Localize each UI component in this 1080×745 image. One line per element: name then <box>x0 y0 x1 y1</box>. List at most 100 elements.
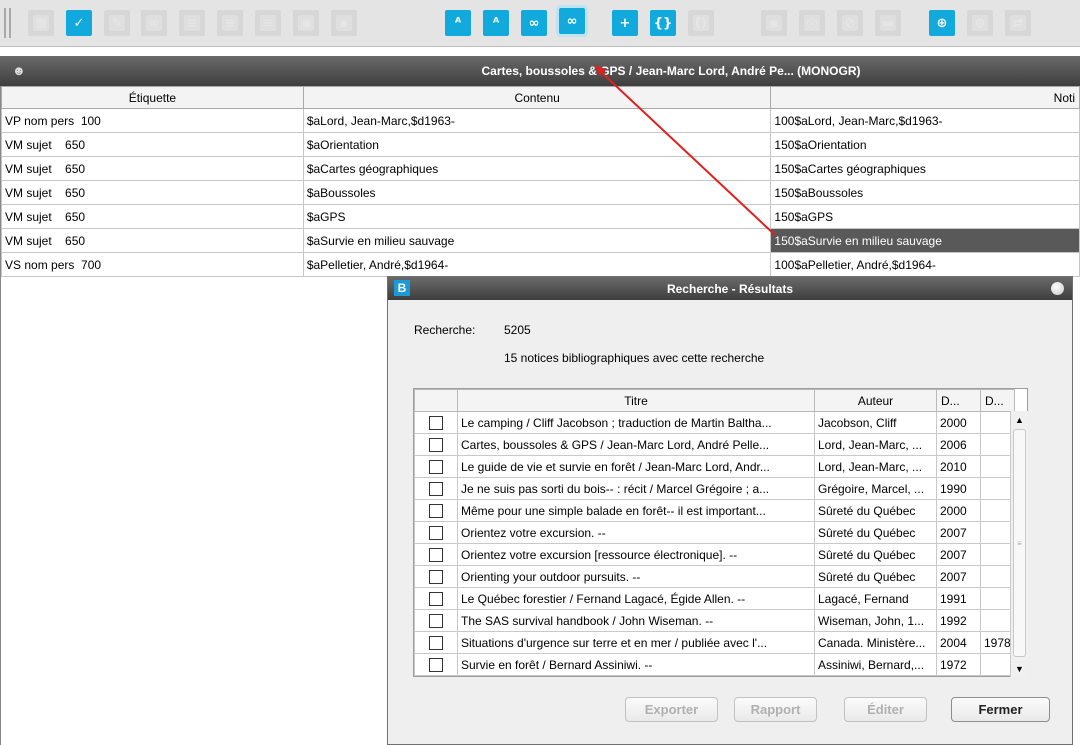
result-date1-cell[interactable]: 2000 <box>936 499 981 522</box>
row-checkbox[interactable] <box>429 459 443 474</box>
cancel-icon[interactable]: ⊘ <box>837 10 863 36</box>
circle-arrow-icon[interactable]: ◎ <box>799 10 825 36</box>
globe-icon[interactable]: ⊕ <box>967 10 993 36</box>
save-disk-icon[interactable]: ▪ <box>761 10 787 36</box>
column-header-date2[interactable]: D... <box>980 389 1015 412</box>
result-date1-cell[interactable]: 2010 <box>936 455 981 478</box>
variants-disabled-icon[interactable]: () <box>688 10 714 36</box>
result-row[interactable]: Même pour une simple balade en forêt-- i… <box>414 499 1015 522</box>
result-title-cell[interactable]: Le guide de vie et survie en forêt / Jea… <box>457 455 815 478</box>
list-icon[interactable]: ≡ <box>179 10 205 36</box>
field-content-cell[interactable]: $aOrientation <box>302 132 772 157</box>
field-label-cell[interactable]: VM sujet 650 <box>1 132 304 157</box>
field-label-cell[interactable]: VP nom pers 100 <box>1 108 304 133</box>
record-field-row[interactable]: VM sujet 650 $aBoussoles 150$aBoussoles <box>1 180 1080 205</box>
row-checkbox[interactable] <box>429 547 443 562</box>
add-authority-icon[interactable]: + <box>612 10 638 36</box>
result-date1-cell[interactable]: 2004 <box>936 631 981 654</box>
field-notice-cell[interactable]: 150$aSurvie en milieu sauvage <box>770 228 1080 253</box>
field-notice-cell[interactable]: 150$aBoussoles <box>770 180 1080 205</box>
result-title-cell[interactable]: Le camping / Cliff Jacobson ; traduction… <box>457 411 815 434</box>
result-author-cell[interactable]: Lord, Jean-Marc, ... <box>814 433 937 456</box>
field-label-cell[interactable]: VM sujet 650 <box>1 156 304 181</box>
result-title-cell[interactable]: Orientez votre excursion [ressource élec… <box>457 543 815 566</box>
field-label-cell[interactable]: VM sujet 650 <box>1 180 304 205</box>
column-header-etiquette[interactable]: Étiquette <box>1 86 304 109</box>
row-checkbox[interactable] <box>429 437 443 452</box>
result-date1-cell[interactable]: 2000 <box>936 411 981 434</box>
row-checkbox[interactable] <box>429 415 443 430</box>
result-date1-cell[interactable]: 1990 <box>936 477 981 500</box>
close-icon[interactable] <box>1051 282 1064 295</box>
result-date1-cell[interactable]: 2007 <box>936 565 981 588</box>
field-content-cell[interactable]: $aLord, Jean-Marc,$d1963- <box>302 108 772 133</box>
result-row[interactable]: Orienting your outdoor pursuits. -- Sûret… <box>414 565 1015 588</box>
column-header-auteur[interactable]: Auteur <box>814 389 937 412</box>
row-checkbox[interactable] <box>429 635 443 650</box>
row-checkbox[interactable] <box>429 613 443 628</box>
results-scrollbar[interactable]: ▲ ≡ ▼ <box>1010 411 1028 677</box>
field-notice-cell[interactable]: 100$aPelletier, André,$d1964- <box>770 252 1080 277</box>
record-field-row[interactable]: VP nom pers 100 $aLord, Jean-Marc,$d1963-… <box>1 108 1080 133</box>
result-row[interactable]: Le Québec forestier / Fernand Lagacé, Ég… <box>414 587 1015 610</box>
field-label-cell[interactable]: VM sujet 650 <box>1 228 304 253</box>
field-label-cell[interactable]: VS nom pers 700 <box>1 252 304 277</box>
binoculars-icon[interactable]: ∞ <box>141 10 167 36</box>
eraser-icon[interactable]: ✎ <box>104 10 130 36</box>
result-row[interactable]: Situations d'urgence sur terre et en mer… <box>414 631 1015 654</box>
result-row[interactable]: The SAS survival handbook / John Wiseman… <box>414 609 1015 632</box>
result-title-cell[interactable]: Le Québec forestier / Fernand Lagacé, Ég… <box>457 587 815 610</box>
result-author-cell[interactable]: Sûreté du Québec <box>814 499 937 522</box>
row-checkbox[interactable] <box>429 503 443 518</box>
column-header-date1[interactable]: D... <box>936 389 981 412</box>
result-author-cell[interactable]: Sûreté du Québec <box>814 565 937 588</box>
field-content-cell[interactable]: $aSurvie en milieu sauvage <box>302 228 772 253</box>
result-author-cell[interactable]: Assiniwi, Bernard,... <box>814 653 937 676</box>
close-button[interactable]: Fermer <box>951 697 1050 722</box>
field-notice-cell[interactable]: 150$aCartes géographiques <box>770 156 1080 181</box>
search-authority-icon-2[interactable]: ᴬ <box>483 10 509 36</box>
result-row[interactable]: Je ne suis pas sorti du bois-- : récit /… <box>414 477 1015 500</box>
field-content-cell[interactable]: $aPelletier, André,$d1964- <box>302 252 772 277</box>
column-header-titre[interactable]: Titre <box>457 389 815 412</box>
result-date1-cell[interactable]: 1991 <box>936 587 981 610</box>
result-author-cell[interactable]: Lord, Jean-Marc, ... <box>814 455 937 478</box>
result-row[interactable]: Le guide de vie et survie en forêt / Jea… <box>414 455 1015 478</box>
field-notice-cell[interactable]: 150$aOrientation <box>770 132 1080 157</box>
result-title-cell[interactable]: Même pour une simple balade en forêt-- i… <box>457 499 815 522</box>
record-field-row[interactable]: VM sujet 650 $aCartes géographiques 150$aC… <box>1 156 1080 181</box>
field-content-cell[interactable]: $aGPS <box>302 204 772 229</box>
report-button[interactable]: Rapport <box>734 697 817 722</box>
result-author-cell[interactable]: Wiseman, John, 1... <box>814 609 937 632</box>
globe-search-icon[interactable]: ⊕ <box>929 10 955 36</box>
save-icon[interactable]: ▪ <box>331 10 357 36</box>
result-date1-cell[interactable]: 2006 <box>936 433 981 456</box>
result-title-cell[interactable]: Situations d'urgence sur terre et en mer… <box>457 631 815 654</box>
column-header-notice[interactable]: Noti <box>770 86 1080 109</box>
result-author-cell[interactable]: Lagacé, Fernand <box>814 587 937 610</box>
result-row[interactable]: Survie en forêt / Bernard Assiniwi. -- As… <box>414 653 1015 676</box>
result-date1-cell[interactable]: 1972 <box>936 653 981 676</box>
result-row[interactable]: Le camping / Cliff Jacobson ; traduction… <box>414 411 1015 434</box>
field-notice-cell[interactable]: 100$aLord, Jean-Marc,$d1963- <box>770 108 1080 133</box>
swap-icon[interactable]: ⇄ <box>1005 10 1031 36</box>
authority-variants-icon[interactable]: {} <box>650 10 676 36</box>
scroll-down-arrow-icon[interactable]: ▼ <box>1011 660 1028 677</box>
export-button[interactable]: Exporter <box>625 697 718 722</box>
record-field-row[interactable]: VM sujet 650 $aOrientation 150$aOrientatio… <box>1 132 1080 157</box>
edit-button[interactable]: Éditer <box>844 697 927 722</box>
delete-doc-icon[interactable]: ▣ <box>293 10 319 36</box>
result-date1-cell[interactable]: 2007 <box>936 521 981 544</box>
result-author-cell[interactable]: Canada. Ministère... <box>814 631 937 654</box>
result-title-cell[interactable]: Orienting your outdoor pursuits. -- <box>457 565 815 588</box>
list-icon-3[interactable]: ≡ <box>255 10 281 36</box>
result-author-cell[interactable]: Sûreté du Québec <box>814 521 937 544</box>
result-title-cell[interactable]: Je ne suis pas sorti du bois-- : récit /… <box>457 477 815 500</box>
row-checkbox[interactable] <box>429 657 443 672</box>
result-title-cell[interactable]: Orientez votre excursion. -- <box>457 521 815 544</box>
result-title-cell[interactable]: Survie en forêt / Bernard Assiniwi. -- <box>457 653 815 676</box>
scrollbar-thumb[interactable]: ≡ <box>1013 429 1026 657</box>
keyboard-icon[interactable]: ▬ <box>875 10 901 36</box>
row-checkbox[interactable] <box>429 525 443 540</box>
result-row[interactable]: Cartes, boussoles & GPS / Jean-Marc Lord… <box>414 433 1015 456</box>
